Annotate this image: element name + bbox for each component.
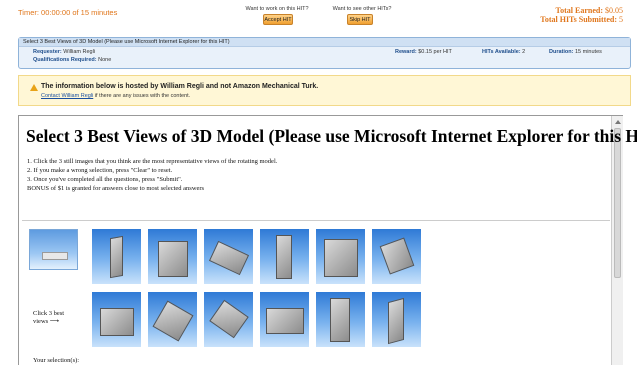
accept-prompt: Want to work on this HIT? (245, 6, 309, 12)
model-part-shape (158, 241, 188, 277)
view-thumbnail[interactable] (92, 292, 141, 347)
view-thumbnail[interactable] (204, 229, 253, 284)
model-part-shape (209, 299, 249, 339)
scroll-up-arrow-icon[interactable] (615, 120, 621, 124)
view-thumbnail[interactable] (316, 292, 365, 347)
view-thumbnail[interactable] (260, 292, 309, 347)
frame-scrollbar[interactable] (611, 116, 623, 365)
external-host-notice: The information below is hosted by Willi… (18, 75, 631, 106)
notice-rest: if there are any issues with the content… (94, 93, 191, 99)
model-part-shape (266, 308, 304, 334)
duration-row: Duration: 15 minutes (549, 49, 602, 55)
view-thumbnail[interactable] (316, 229, 365, 284)
model-part-shape (100, 308, 134, 336)
hit-topbar: Timer: 00:00:00 of 15 minutes Want to wo… (0, 0, 637, 30)
reward-value: $0.15 per HIT (418, 49, 452, 55)
click-instruction-views: views (33, 318, 49, 325)
model-part-shape (110, 235, 123, 279)
model-part-shape (324, 239, 358, 277)
qualifications-value: None (98, 57, 112, 63)
skip-prompt: Want to see other HITs? (332, 6, 392, 12)
hits-available-value: 2 (522, 49, 526, 55)
view-thumbnail[interactable] (372, 229, 421, 284)
hits-available-label: HITs Available: (482, 49, 521, 55)
model-part-shape (379, 237, 415, 275)
model-part-shape (208, 240, 250, 276)
total-submitted-label: Total HITs Submitted: (540, 15, 617, 24)
total-earned-value: $0.05 (605, 6, 623, 15)
requester-value: William Regli (63, 49, 96, 55)
warning-icon (30, 84, 38, 91)
scrollbar-thumb[interactable] (614, 128, 621, 278)
duration-value: 15 minutes (574, 49, 602, 55)
bonus-note: BONUS of $1 is granted for answers close… (27, 185, 205, 192)
view-thumbnail[interactable] (260, 229, 309, 284)
model-part-shape (276, 235, 292, 279)
view-thumbnail[interactable] (204, 292, 253, 347)
hit-title: Select 3 Best Views of 3D Model (Please … (26, 126, 637, 146)
hit-info-box: Select 3 Best Views of 3D Model (Please … (18, 37, 631, 69)
click-instruction-line1: Click 3 best (33, 310, 65, 317)
hit-info-header: Select 3 Best Views of 3D Model (Please … (19, 38, 630, 47)
view-thumbnail[interactable] (92, 229, 141, 284)
reward-row: Reward: $0.15 per HIT (395, 49, 452, 55)
instruction-1: 1. Click the 3 still images that you thi… (27, 158, 278, 165)
instruction-2: 2. If you make a wrong selection, press … (27, 167, 173, 174)
click-instruction-line2: views ⟶ (33, 318, 64, 326)
qualifications-label: Qualifications Required: (33, 57, 97, 63)
total-earned: Total Earned: $0.05 (556, 6, 624, 15)
requester-row: Requester: William Regli (33, 49, 95, 55)
reward-label: Reward: (395, 49, 417, 55)
instruction-3: 3. Once you've completed all the questio… (27, 176, 183, 183)
total-submitted-value: 5 (619, 15, 623, 24)
view-thumbnail[interactable] (148, 292, 197, 347)
model-part-shape (152, 300, 194, 342)
your-selection-label: Your selection(s): (33, 357, 80, 364)
model-part-shape (42, 252, 68, 260)
model-part-shape (388, 297, 404, 345)
contact-requester-link[interactable]: Contact William Regli (41, 93, 93, 99)
skip-hit-button[interactable]: Skip HIT (347, 14, 373, 25)
click-instruction: Click 3 best views ⟶ (33, 310, 64, 326)
requester-label: Requester: (33, 49, 62, 55)
qualifications-row: Qualifications Required: None (33, 57, 111, 63)
notice-subtext: Contact William Regli if there are any i… (41, 93, 190, 99)
section-divider (22, 220, 610, 221)
rotating-model-preview (29, 229, 78, 270)
right-arrow-icon: ⟶ (49, 318, 60, 325)
accept-hit-button[interactable]: Accept HIT (263, 14, 293, 25)
view-thumbnail[interactable] (148, 229, 197, 284)
duration-label: Duration: (549, 49, 574, 55)
view-thumbnail[interactable] (372, 292, 421, 347)
model-part-shape (330, 298, 350, 342)
total-earned-label: Total Earned: (555, 6, 604, 15)
timer: Timer: 00:00:00 of 15 minutes (18, 8, 118, 17)
hits-available-row: HITs Available: 2 (482, 49, 525, 55)
total-submitted: Total HITs Submitted: 5 (540, 15, 623, 24)
notice-title: The information below is hosted by Willi… (41, 83, 319, 90)
